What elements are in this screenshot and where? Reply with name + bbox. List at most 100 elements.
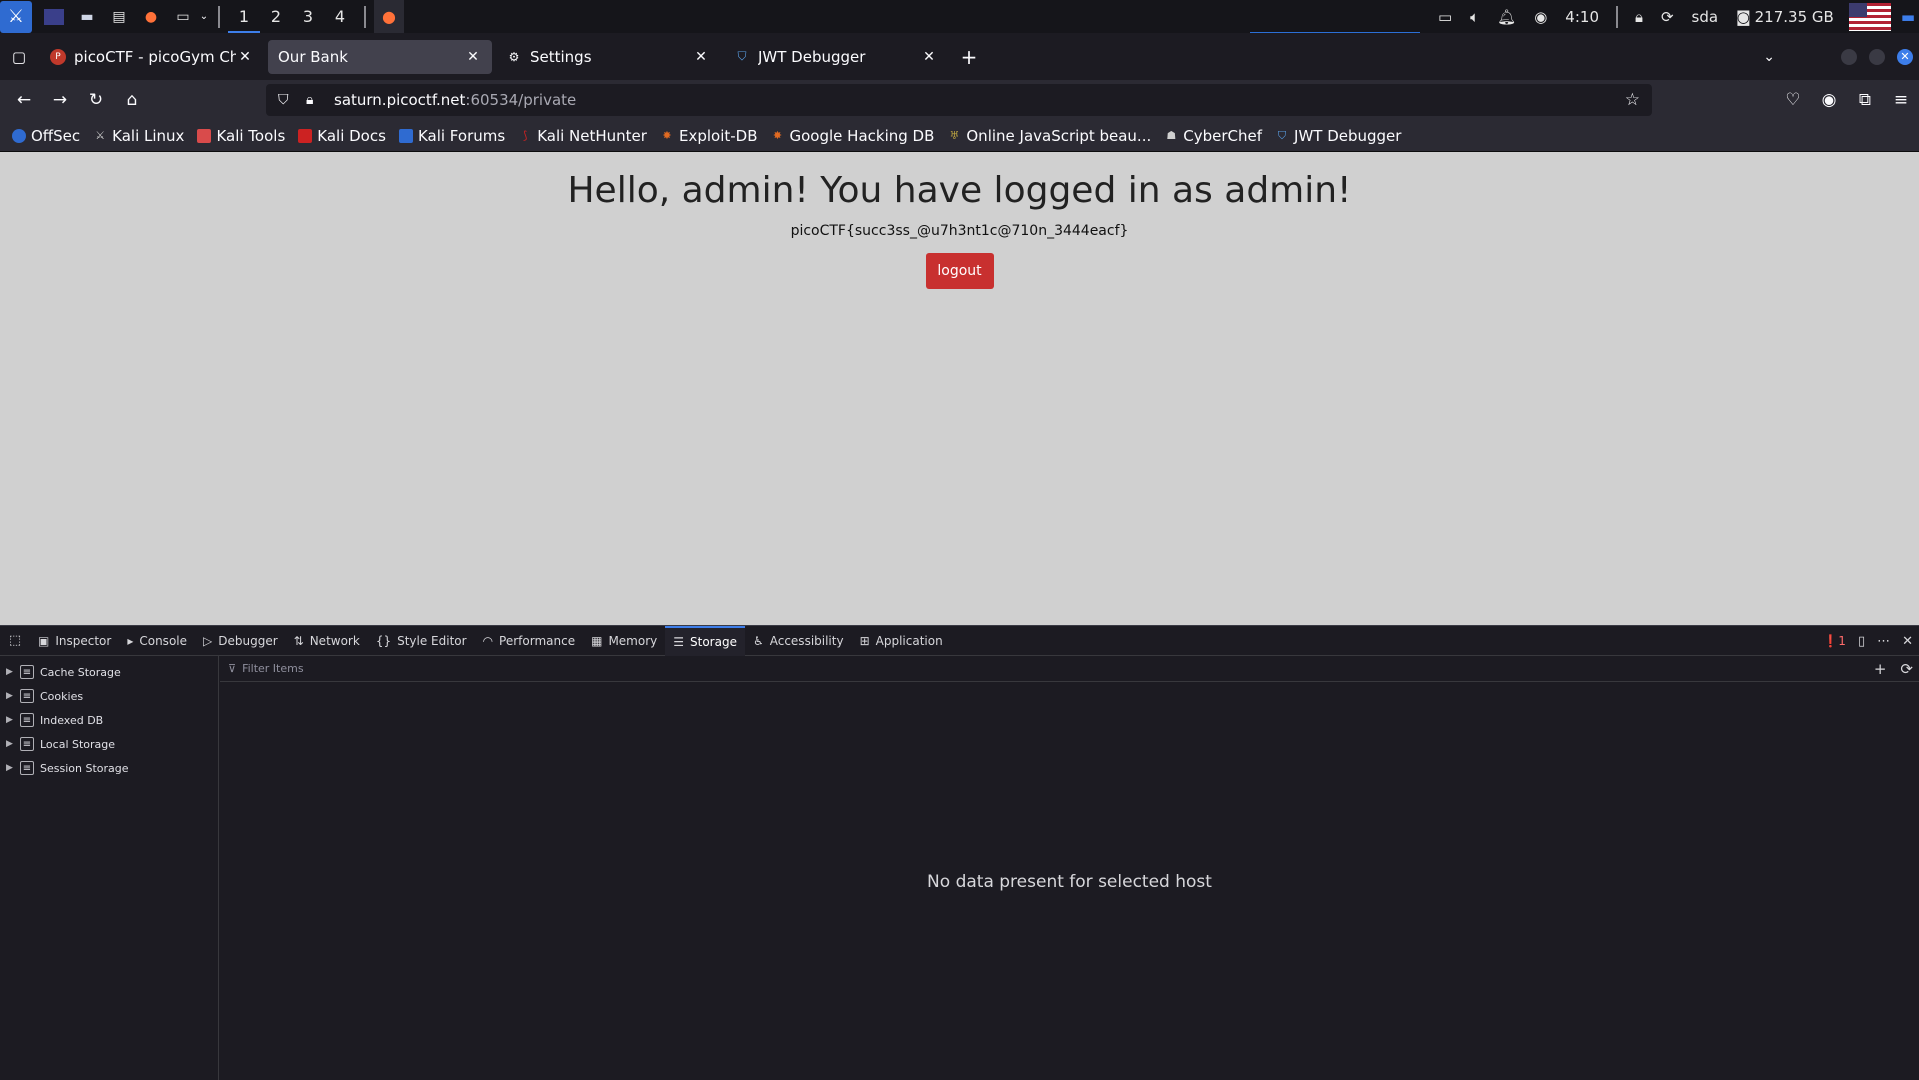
minimize-button[interactable]: [1841, 48, 1857, 65]
tab-performance[interactable]: ◠ Performance: [475, 626, 584, 656]
refresh-icon[interactable]: ⟳: [1900, 660, 1913, 678]
close-icon[interactable]: ✕: [464, 49, 482, 65]
kali-forums-icon: [398, 128, 413, 143]
power-icon[interactable]: ◉: [1534, 8, 1547, 26]
tab-storage[interactable]: ☰ Storage: [665, 625, 745, 656]
bookmark-jwt-debugger[interactable]: ⛉ JWT Debugger: [1275, 127, 1402, 145]
bookmark-kali-tools[interactable]: Kali Tools: [197, 127, 285, 145]
show-desktop-icon[interactable]: ▬: [1901, 8, 1915, 26]
add-item-icon[interactable]: +: [1874, 660, 1887, 678]
us-flag-icon[interactable]: [1848, 2, 1891, 31]
firefox-launcher-icon[interactable]: ●: [138, 4, 164, 30]
tab-jwt-debugger[interactable]: ⛉ JWT Debugger ✕: [724, 40, 948, 74]
tab-list-icon[interactable]: ▢: [0, 33, 38, 80]
lock-icon[interactable]: 🔒︎: [1635, 8, 1643, 26]
file-manager-icon[interactable]: ▬: [74, 4, 100, 30]
bookmark-cyberchef[interactable]: ☗ CyberChef: [1164, 127, 1262, 145]
system-taskbar: ⚔ ▬ ▤ ● ▭ ⌄ 1 2 3 4 ● ▭ 🔈︎ 🔔︎ ◉ 4:10 🔒︎ …: [0, 0, 1919, 33]
picoctf-icon: P: [50, 48, 66, 65]
reload-button[interactable]: ↻: [78, 84, 114, 116]
accessibility-icon: ♿︎: [752, 633, 764, 648]
bookmark-kali-docs[interactable]: Kali Docs: [298, 127, 386, 145]
tab-console[interactable]: ▸ Console: [119, 626, 195, 656]
extensions-icon[interactable]: ⧉: [1847, 84, 1883, 116]
volume-icon[interactable]: 🔈︎: [1470, 8, 1479, 26]
chevron-down-icon[interactable]: ⌄: [198, 4, 210, 30]
workspace-3[interactable]: 3: [292, 0, 324, 33]
application-icon: ⊞: [859, 633, 870, 648]
close-devtools-icon[interactable]: ✕: [1902, 634, 1913, 649]
refresh-icon[interactable]: ⟳: [1661, 8, 1674, 26]
text-editor-icon[interactable]: ▤: [106, 4, 132, 30]
bookmark-star-icon[interactable]: ☆: [1625, 90, 1640, 110]
bookmark-kali-forums[interactable]: Kali Forums: [398, 127, 505, 145]
terminal-icon[interactable]: ▭: [170, 4, 196, 30]
expand-arrow-icon[interactable]: ▶: [6, 691, 18, 701]
filter-input[interactable]: [242, 662, 1643, 675]
empty-state-message: No data present for selected host: [927, 872, 1212, 892]
error-count-badge[interactable]: ❗1: [1823, 634, 1846, 648]
maximize-button[interactable]: [1869, 48, 1885, 65]
tree-indexed-db[interactable]: ▶ ≡ Indexed DB: [0, 708, 218, 732]
expand-arrow-icon[interactable]: ▶: [6, 763, 18, 773]
firefox-window-button[interactable]: ●: [374, 0, 404, 33]
taskbar-separator: [364, 5, 366, 28]
bookmark-kali-linux[interactable]: ⚔ Kali Linux: [93, 127, 184, 145]
logout-button[interactable]: logout: [925, 253, 994, 289]
lock-icon[interactable]: 🔒︎: [306, 92, 326, 108]
window-close-button[interactable]: ✕: [1897, 48, 1913, 65]
bookmark-google-hacking-db[interactable]: ✸ Google Hacking DB: [771, 127, 934, 145]
home-button[interactable]: ⌂: [114, 84, 150, 116]
more-options-icon[interactable]: ⋯: [1877, 634, 1890, 649]
clock[interactable]: 4:10: [1565, 8, 1599, 26]
new-tab-button[interactable]: +: [954, 45, 984, 69]
expand-arrow-icon[interactable]: ▶: [6, 667, 18, 677]
nethunter-icon: ⟆: [523, 129, 528, 142]
close-icon[interactable]: ✕: [236, 49, 254, 65]
bookmark-kali-nethunter[interactable]: ⟆ Kali NetHunter: [518, 127, 647, 145]
tree-session-storage[interactable]: ▶ ≡ Session Storage: [0, 756, 218, 780]
account-icon[interactable]: ◉: [1811, 84, 1847, 116]
workspace-2[interactable]: 2: [260, 0, 292, 33]
workspace-1[interactable]: 1: [228, 0, 260, 33]
close-icon[interactable]: ✕: [692, 49, 710, 65]
chevron-down-icon[interactable]: ⌄: [1763, 49, 1775, 65]
exploit-db-icon: ✸: [662, 129, 672, 142]
firefox-icon: ●: [382, 7, 396, 26]
js-beautifier-icon: ♅: [949, 129, 960, 142]
pocket-icon[interactable]: ♡: [1775, 84, 1811, 116]
forward-button[interactable]: →: [42, 84, 78, 116]
tab-debugger[interactable]: ▷ Debugger: [195, 626, 286, 656]
hamburger-menu-icon[interactable]: ≡: [1883, 84, 1919, 116]
tab-inspector[interactable]: ▣ Inspector: [30, 626, 119, 656]
element-picker-icon[interactable]: ⬚: [0, 633, 30, 648]
kali-menu-icon[interactable]: ⚔: [0, 0, 32, 33]
url-bar[interactable]: ⛉ 🔒︎ saturn.picoctf.net:60534/private ☆: [266, 84, 1652, 116]
back-button[interactable]: ←: [6, 84, 42, 116]
bookmark-js-beautifier[interactable]: ♅ Online JavaScript beau...: [947, 127, 1151, 145]
dock-icon[interactable]: ▯: [1858, 634, 1865, 649]
tab-settings[interactable]: ⚙ Settings ✕: [496, 40, 720, 74]
desktop-icon[interactable]: [44, 8, 64, 25]
storage-sidebar: ▶ ≡ Cache Storage ▶ ≡ Cookies ▶ ≡ Indexed DB ▶…: [0, 656, 219, 1080]
workspace-4[interactable]: 4: [324, 0, 356, 33]
tree-cookies[interactable]: ▶ ≡ Cookies: [0, 684, 218, 708]
tab-memory[interactable]: ▦ Memory: [583, 626, 665, 656]
tab-picoctf[interactable]: P picoCTF - picoGym Challenges ✕: [40, 40, 264, 74]
bookmark-exploit-db[interactable]: ✸ Exploit-DB: [660, 127, 757, 145]
page-title: Hello, admin! You have logged in as admi…: [567, 170, 1352, 211]
bell-icon[interactable]: 🔔︎: [1497, 8, 1516, 26]
tab-application[interactable]: ⊞ Application: [852, 626, 951, 656]
expand-arrow-icon[interactable]: ▶: [6, 715, 18, 725]
tab-our-bank[interactable]: Our Bank ✕: [268, 39, 492, 74]
expand-arrow-icon[interactable]: ▶: [6, 739, 18, 749]
tab-network[interactable]: ⇅ Network: [286, 626, 368, 656]
shield-icon[interactable]: ⛉: [278, 92, 298, 108]
tab-style-editor[interactable]: {} Style Editor: [368, 626, 475, 656]
tree-cache-storage[interactable]: ▶ ≡ Cache Storage: [0, 660, 218, 684]
display-icon[interactable]: ▭: [1438, 8, 1452, 26]
close-icon[interactable]: ✕: [920, 49, 938, 65]
bookmark-offsec[interactable]: OffSec: [12, 127, 80, 145]
tree-local-storage[interactable]: ▶ ≡ Local Storage: [0, 732, 218, 756]
tab-accessibility[interactable]: ♿︎ Accessibility: [745, 626, 852, 656]
